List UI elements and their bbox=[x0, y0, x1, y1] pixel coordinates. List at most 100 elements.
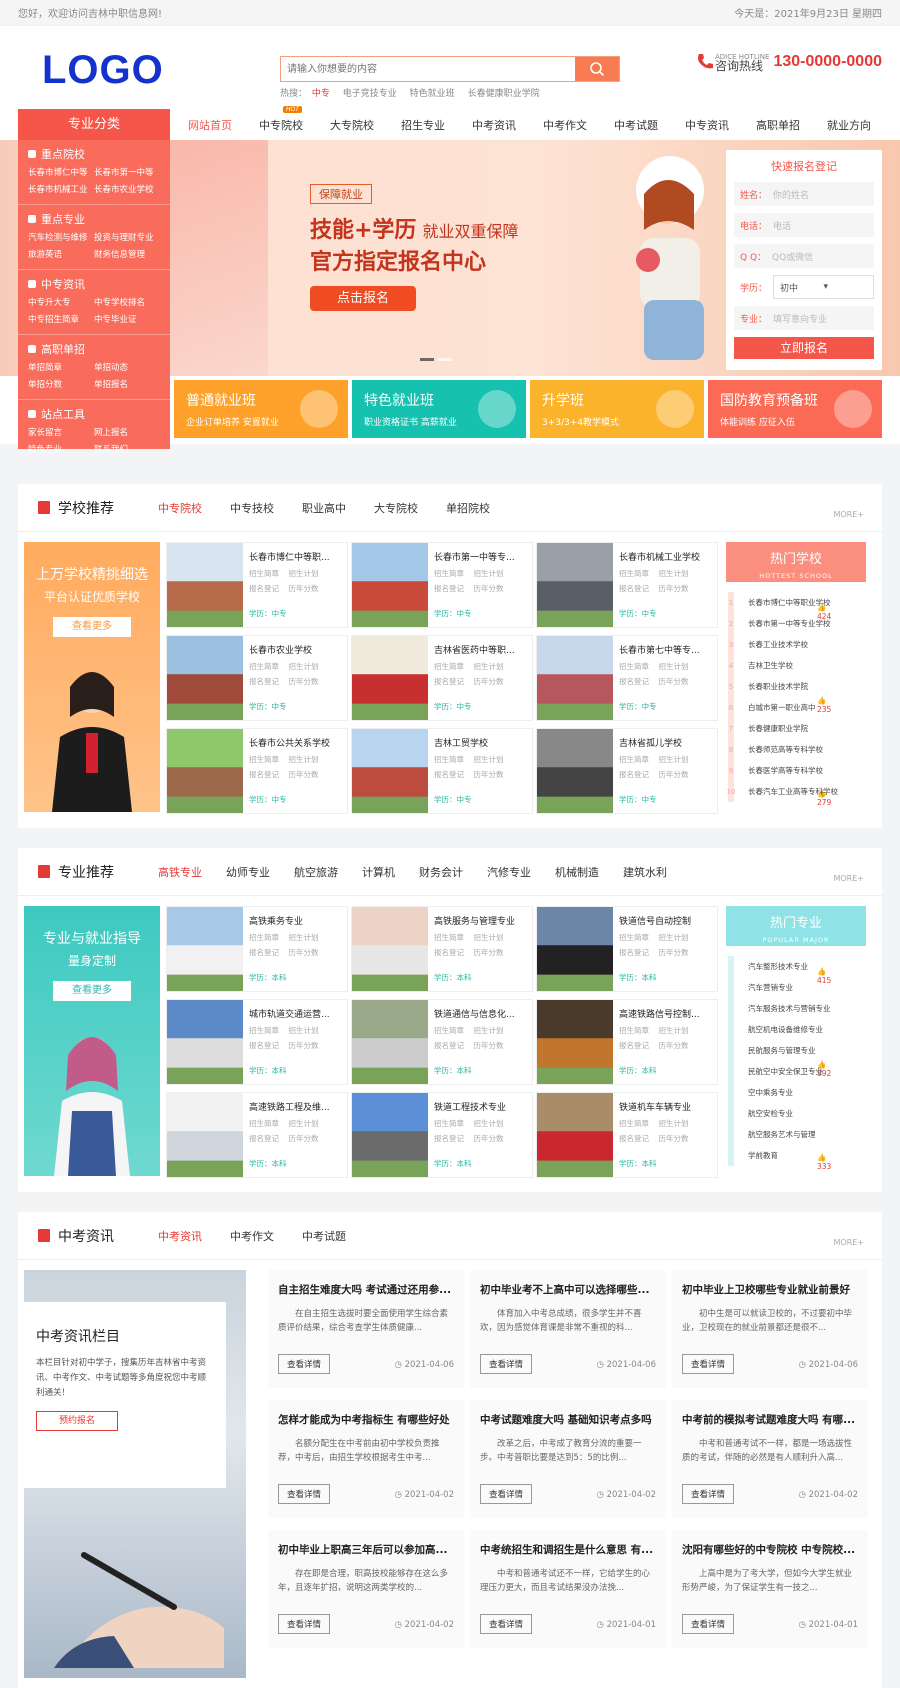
school-photo[interactable] bbox=[537, 543, 613, 627]
scores-link[interactable]: 历年分数 bbox=[289, 1134, 319, 1143]
school-photo[interactable] bbox=[352, 543, 428, 627]
plan-link[interactable]: 招生计划 bbox=[474, 755, 504, 764]
school-photo[interactable] bbox=[167, 636, 243, 720]
school-photo[interactable] bbox=[167, 729, 243, 813]
scores-link[interactable]: 历年分数 bbox=[289, 677, 319, 686]
news-title[interactable]: 中考试题难度大吗 基础知识考点多吗 bbox=[480, 1412, 656, 1427]
school-name[interactable]: 长春市机械工业学校 bbox=[619, 550, 715, 563]
section-tab[interactable]: 职业高中 bbox=[302, 500, 346, 516]
school-photo[interactable] bbox=[537, 636, 613, 720]
banner-signup-button[interactable]: 点击报名 bbox=[310, 286, 416, 311]
category-link[interactable]: 长春市农业学校 bbox=[94, 183, 160, 195]
news-title[interactable]: 中考统招生和调招生是什么意思 有... bbox=[480, 1542, 656, 1557]
major-name[interactable]: 高铁服务与管理专业 bbox=[434, 914, 530, 927]
brochure-link[interactable]: 招生简章 bbox=[249, 662, 279, 671]
category-link[interactable]: 长春市机械工业 bbox=[28, 183, 94, 195]
ranking-item[interactable]: 2 长春市第一中等专业学校 bbox=[729, 613, 866, 634]
plan-link[interactable]: 招生计划 bbox=[474, 662, 504, 671]
brochure-link[interactable]: 招生简章 bbox=[249, 933, 279, 942]
plan-link[interactable]: 招生计划 bbox=[474, 933, 504, 942]
major-photo[interactable] bbox=[352, 1093, 428, 1177]
hot-search-link[interactable]: 中专 bbox=[312, 89, 330, 99]
major-name[interactable]: 铁道机车车辆专业 bbox=[619, 1100, 715, 1113]
section-tab[interactable]: 中考试题 bbox=[302, 1228, 346, 1244]
news-title[interactable]: 怎样才能成为中考指标生 有哪些好处 bbox=[278, 1412, 454, 1427]
major-card[interactable]: 铁道信号自动控制 招生简章 招生计划 报名登记 历年分数 学历：本科 👍 415 bbox=[536, 906, 831, 992]
major-card[interactable]: 高铁服务与管理专业 招生简章 招生计划 报名登记 历年分数 学历：本科 👍 32… bbox=[351, 906, 646, 992]
ranking-item[interactable]: 10 长春汽车工业高等专科学校 bbox=[727, 781, 866, 802]
category-link[interactable]: 单招报名 bbox=[94, 378, 160, 390]
view-detail-button[interactable]: 查看详情 bbox=[278, 1614, 331, 1634]
news-title[interactable]: 中考前的模拟考试题难度大吗 有哪... bbox=[682, 1412, 858, 1427]
news-title[interactable]: 初中毕业上卫校哪些专业就业前景好 bbox=[682, 1282, 858, 1297]
category-link[interactable]: 中专学校排名 bbox=[94, 296, 160, 308]
section-tab[interactable]: 幼师专业 bbox=[226, 864, 270, 880]
view-detail-button[interactable]: 查看详情 bbox=[682, 1484, 735, 1504]
register-link[interactable]: 报名登记 bbox=[619, 770, 649, 779]
section-tab[interactable]: 中考作文 bbox=[230, 1228, 274, 1244]
view-detail-button[interactable]: 查看详情 bbox=[278, 1484, 331, 1504]
news-card[interactable]: 中考试题难度大吗 基础知识考点多吗 改革之后，中考成了教育分流的重要一步。中考普… bbox=[470, 1400, 666, 1518]
brochure-link[interactable]: 招生简章 bbox=[434, 933, 464, 942]
category-link[interactable]: 联系我们 bbox=[94, 443, 160, 455]
ranking-item[interactable]: 航空机电设备维修专业 bbox=[734, 1019, 866, 1040]
school-card[interactable]: 长春市第一中等专... 招生简章 招生计划 报名登记 历年分数 学历：中专 👍 … bbox=[351, 542, 646, 628]
school-photo[interactable] bbox=[352, 729, 428, 813]
school-card[interactable]: 长春市第七中等专... 招生简章 招生计划 报名登记 历年分数 学历：中专 👍 … bbox=[536, 635, 831, 721]
register-link[interactable]: 报名登记 bbox=[249, 948, 279, 957]
major-field[interactable]: 专业： 填写意向专业 bbox=[734, 306, 874, 330]
scores-link[interactable]: 历年分数 bbox=[659, 584, 689, 593]
ranking-item[interactable]: 民航服务与管理专业 bbox=[734, 1040, 866, 1061]
reserve-button[interactable]: 预约报名 bbox=[36, 1411, 118, 1431]
view-more-button[interactable]: 查看更多 bbox=[53, 981, 131, 1001]
register-link[interactable]: 报名登记 bbox=[619, 677, 649, 686]
school-photo[interactable] bbox=[352, 636, 428, 720]
school-name[interactable]: 吉林省医药中等职... bbox=[434, 643, 530, 656]
school-card[interactable]: 长春市机械工业学校 招生简章 招生计划 报名登记 历年分数 学历：中专 👍 42… bbox=[536, 542, 831, 628]
scores-link[interactable]: 历年分数 bbox=[659, 948, 689, 957]
brochure-link[interactable]: 招生简章 bbox=[434, 569, 464, 578]
register-link[interactable]: 报名登记 bbox=[434, 1134, 464, 1143]
scores-link[interactable]: 历年分数 bbox=[659, 677, 689, 686]
ranking-item[interactable]: 航空服务艺术与管理 bbox=[734, 1124, 866, 1145]
plan-link[interactable]: 招生计划 bbox=[289, 1119, 319, 1128]
news-card[interactable]: 中考前的模拟考试题难度大吗 有哪... 中考和普通考试不一样，都是一场选拔性质的… bbox=[672, 1400, 868, 1518]
major-name[interactable]: 高速铁路工程及维... bbox=[249, 1100, 345, 1113]
section-tab[interactable]: 财务会计 bbox=[419, 864, 463, 880]
school-card[interactable]: 吉林工贸学校 招生简章 招生计划 报名登记 历年分数 学历：中专 👍 391 bbox=[351, 728, 646, 814]
hot-search-link[interactable]: 特色就业班 bbox=[410, 89, 455, 99]
register-link[interactable]: 报名登记 bbox=[249, 677, 279, 686]
news-card[interactable]: 初中毕业考不上高中可以选择哪些... 体育加入中考总成绩，很多学生并不喜欢，因为… bbox=[470, 1270, 666, 1388]
category-link[interactable]: 单招简章 bbox=[28, 361, 94, 373]
class-card[interactable]: 国防教育预备班 体能训练 应征入伍 bbox=[708, 380, 882, 438]
section-tab[interactable]: 中专院校 bbox=[158, 500, 202, 516]
plan-link[interactable]: 招生计划 bbox=[474, 569, 504, 578]
section-tab[interactable]: 中考资讯 bbox=[158, 1228, 202, 1244]
plan-link[interactable]: 招生计划 bbox=[659, 755, 689, 764]
brochure-link[interactable]: 招生简章 bbox=[619, 933, 649, 942]
scores-link[interactable]: 历年分数 bbox=[289, 584, 319, 593]
scores-link[interactable]: 历年分数 bbox=[474, 584, 504, 593]
register-link[interactable]: 报名登记 bbox=[249, 1041, 279, 1050]
school-card[interactable]: 吉林省孤儿学校 招生简章 招生计划 报名登记 历年分数 学历：中专 👍 279 bbox=[536, 728, 831, 814]
register-link[interactable]: 报名登记 bbox=[434, 584, 464, 593]
school-name[interactable]: 长春市博仁中等职... bbox=[249, 550, 345, 563]
plan-link[interactable]: 招生计划 bbox=[289, 569, 319, 578]
nav-item[interactable]: 中专资讯 bbox=[685, 117, 729, 133]
school-name[interactable]: 吉林省孤儿学校 bbox=[619, 736, 715, 749]
ranking-item[interactable]: 汽车营销专业 bbox=[734, 977, 866, 998]
news-title[interactable]: 初中毕业考不上高中可以选择哪些... bbox=[480, 1282, 656, 1297]
major-card[interactable]: 铁道通信与信息化... 招生简章 招生计划 报名登记 历年分数 学历：本科 👍 … bbox=[351, 999, 646, 1085]
section-tab[interactable]: 单招院校 bbox=[446, 500, 490, 516]
plan-link[interactable]: 招生计划 bbox=[659, 1026, 689, 1035]
school-card[interactable]: 长春市公共关系学校 招生简章 招生计划 报名登记 历年分数 学历：中专 👍 44… bbox=[166, 728, 461, 814]
view-more-button[interactable]: 查看更多 bbox=[53, 617, 131, 637]
hot-search-link[interactable]: 电子竞技专业 bbox=[343, 89, 397, 99]
ranking-item[interactable]: 9 长春医学高等专科学校 bbox=[729, 760, 866, 781]
ranking-item[interactable]: 3 长春工业技术学校 bbox=[729, 634, 866, 655]
plan-link[interactable]: 招生计划 bbox=[659, 1119, 689, 1128]
ranking-item[interactable]: 5 长春职业技术学院 bbox=[729, 676, 866, 697]
plan-link[interactable]: 招生计划 bbox=[289, 662, 319, 671]
hot-search-link[interactable]: 长春健康职业学院 bbox=[468, 89, 540, 99]
category-link[interactable]: 特色专业 bbox=[28, 443, 94, 455]
